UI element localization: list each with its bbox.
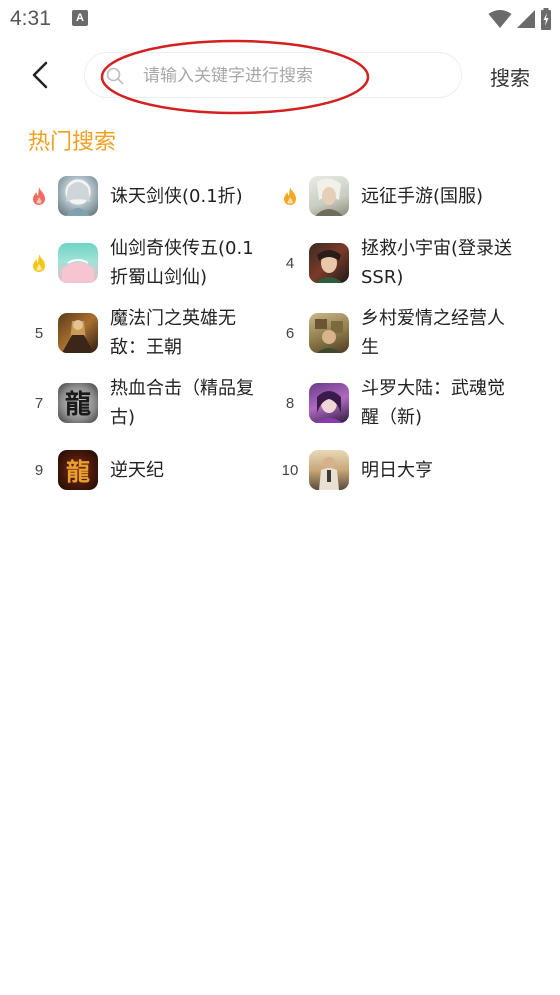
rank-badge (28, 253, 50, 273)
rank-number: 8 (285, 394, 295, 412)
svg-text:龍: 龍 (66, 457, 90, 486)
rank-badge (279, 186, 301, 206)
hot-search-item[interactable]: 仙剑奇侠传五(0.1折蜀山剑仙) (28, 234, 278, 292)
game-icon (58, 313, 98, 353)
hot-search-item[interactable]: 5 魔法门之英雄无敌：王朝 (28, 304, 278, 362)
status-time: 4:31 (10, 7, 51, 30)
hot-search-item[interactable]: 6 乡村爱情之经营人生 (279, 304, 529, 362)
game-name: 斗罗大陆：武魂觉醒（新) (361, 378, 505, 428)
game-icon (309, 176, 349, 216)
rank-number: 9 (34, 461, 44, 479)
hot-search-item[interactable]: 4 拯救小宇宙(登录送SSR) (279, 234, 529, 292)
back-arrow-icon (32, 61, 48, 89)
hot-search-item[interactable]: 7 龍 热血合击（精品复古) (28, 374, 278, 432)
search-icon (106, 67, 124, 85)
game-icon (309, 243, 349, 283)
hot-search-title: 热门搜索 (28, 130, 117, 155)
game-name: 远征手游(国服) (361, 185, 484, 207)
game-icon (309, 383, 349, 423)
hot-search-item[interactable]: 10 明日大亨 (279, 450, 529, 490)
search-header: 搜索 (0, 45, 560, 107)
status-bar: 4:31 A (0, 0, 560, 40)
game-icon (58, 176, 98, 216)
game-name: 乡村爱情之经营人生 (361, 308, 505, 358)
game-name: 魔法门之英雄无敌：王朝 (110, 308, 236, 358)
hot-search-item[interactable]: 远征手游(国服) (279, 176, 529, 216)
search-button[interactable]: 搜索 (490, 62, 530, 91)
game-name: 逆天纪 (110, 459, 164, 481)
game-icon (58, 243, 98, 283)
hot-search-item[interactable]: 8 斗罗大陆：武魂觉醒（新) (279, 374, 529, 432)
game-name: 热血合击（精品复古) (110, 378, 254, 428)
game-icon (309, 313, 349, 353)
rank-badge (28, 186, 50, 206)
fire-icon (284, 187, 296, 205)
rank-number: 10 (281, 461, 299, 479)
search-input[interactable] (143, 53, 443, 99)
notification-icon: A (72, 10, 88, 26)
game-name: 拯救小宇宙(登录送SSR) (361, 238, 513, 288)
search-box[interactable] (84, 52, 462, 99)
rank-number: 5 (34, 324, 44, 342)
game-icon: 龍 (58, 450, 98, 490)
hot-search-item[interactable]: 诛天剑侠(0.1折) (28, 176, 278, 216)
fire-icon (33, 187, 45, 205)
fire-icon (33, 254, 45, 272)
game-name: 明日大亨 (361, 459, 433, 481)
wifi-icon (488, 10, 512, 28)
back-button[interactable] (20, 55, 60, 95)
game-name: 诛天剑侠(0.1折) (110, 185, 243, 207)
hot-search-item[interactable]: 9 龍 逆天纪 (28, 450, 278, 490)
game-icon (309, 450, 349, 490)
rank-number: 6 (285, 324, 295, 342)
svg-text:龍: 龍 (65, 389, 91, 420)
rank-number: 4 (285, 254, 295, 272)
game-icon: 龍 (58, 383, 98, 423)
rank-number: 7 (34, 394, 44, 412)
game-name: 仙剑奇侠传五(0.1折蜀山剑仙) (110, 238, 254, 288)
status-icons (488, 8, 552, 30)
battery-icon (541, 8, 551, 30)
cell-signal-icon (517, 10, 535, 28)
